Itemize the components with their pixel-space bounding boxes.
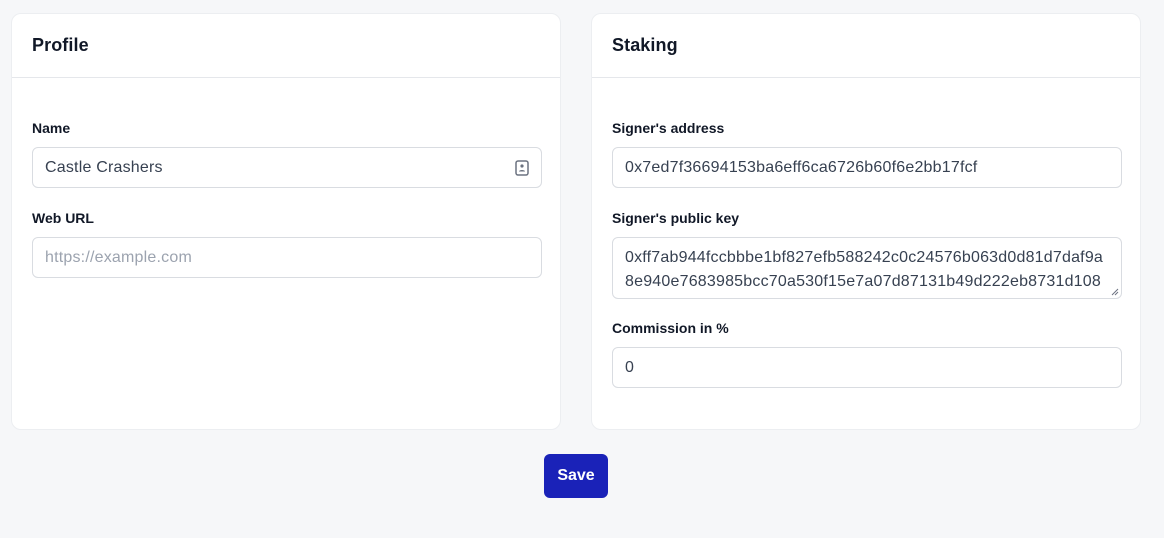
commission-field[interactable] [612, 347, 1122, 388]
name-label: Name [32, 120, 71, 136]
staking-card: Staking Signer's address Signer's public… [591, 13, 1141, 430]
save-button[interactable]: Save [544, 454, 608, 498]
web-url-label: Web URL [32, 210, 94, 226]
profile-card: Profile Name Web URL [11, 13, 561, 430]
signer-public-key-field[interactable]: 0xff7ab944fccbbbe1bf827efb588242c0c24576… [612, 237, 1122, 299]
signer-address-label: Signer's address [612, 120, 725, 136]
signer-address-input[interactable] [625, 158, 1109, 177]
signer-public-key-label: Signer's public key [612, 210, 740, 226]
name-input[interactable] [45, 158, 507, 177]
name-field[interactable] [32, 147, 542, 188]
web-url-input[interactable] [45, 248, 529, 267]
signer-address-field[interactable] [612, 147, 1122, 188]
profile-card-header: Profile [12, 14, 560, 78]
autofill-contact-icon[interactable] [515, 159, 529, 176]
commission-input[interactable] [625, 358, 1109, 377]
resize-handle-icon[interactable] [1111, 288, 1119, 296]
signer-public-key-textarea[interactable]: 0xff7ab944fccbbbe1bf827efb588242c0c24576… [613, 238, 1121, 298]
staking-card-title: Staking [612, 35, 678, 55]
profile-card-title: Profile [32, 35, 89, 55]
commission-label: Commission in % [612, 320, 729, 336]
staking-card-header: Staking [592, 14, 1140, 78]
web-url-field[interactable] [32, 237, 542, 278]
